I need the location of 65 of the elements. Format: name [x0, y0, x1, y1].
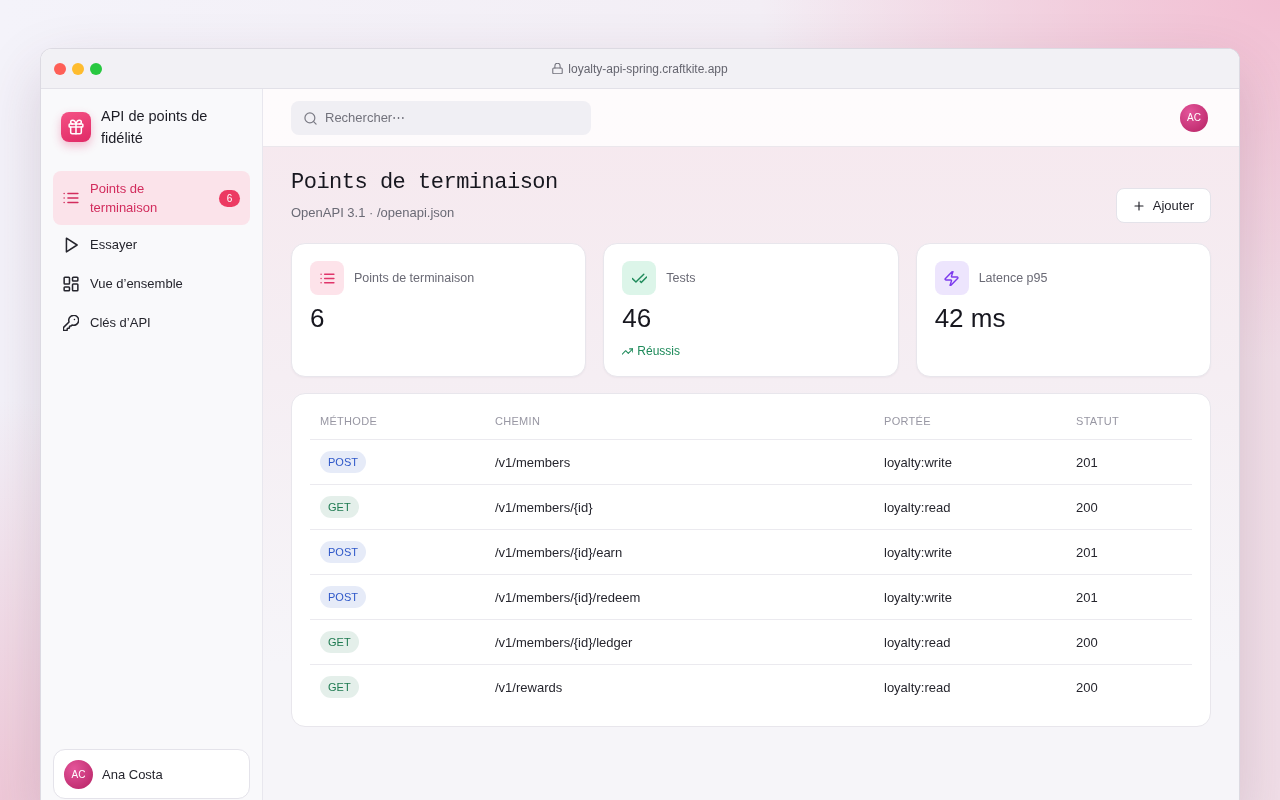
table-cell-text: /v1/members/{id}: [494, 499, 594, 515]
user-name: Ana Costa: [102, 766, 163, 782]
table-cell-text: loyalty:read: [883, 634, 952, 650]
method-tag: POST: [320, 586, 366, 608]
minimize-window-button[interactable]: [72, 62, 84, 75]
key-icon: [63, 314, 79, 331]
method-tag: GET: [320, 496, 359, 518]
page-subtitle: OpenAPI 3.1 · /openapi.json: [291, 205, 456, 220]
table-cell-text: /v1/members/{id}/ledger: [494, 634, 634, 650]
stat-value: 46: [622, 302, 653, 334]
list-icon: [63, 190, 79, 206]
column-header: CHEMIN: [494, 414, 542, 427]
table-cell-text: /v1/members: [494, 454, 572, 470]
column-header: MÉTHODE: [319, 414, 379, 427]
table-cell-text: 201: [1075, 544, 1099, 560]
nav-item[interactable]: Vue d’ensemble: [53, 264, 250, 303]
lightning-icon: [934, 261, 969, 295]
table-cell-text: loyalty:write: [883, 544, 953, 560]
search-icon: [304, 111, 317, 125]
nav-item[interactable]: Points de terminaison 6: [53, 171, 250, 225]
stat-label: Tests: [666, 271, 696, 285]
table-cell-text: /v1/rewards: [494, 679, 564, 695]
user-card[interactable]: AC Ana Costa: [53, 749, 250, 799]
method-tag: GET: [320, 631, 359, 653]
nav-item[interactable]: Essayer: [53, 225, 250, 264]
table-cell-text: 200: [1075, 634, 1099, 650]
close-window-button[interactable]: [54, 62, 66, 75]
table-cell-text: loyalty:write: [883, 454, 953, 470]
table-cell-text: 201: [1075, 589, 1099, 605]
trend-up-icon: [622, 345, 634, 357]
gift-icon: [61, 112, 91, 142]
stat-value: 42 ms: [934, 302, 1007, 334]
stat-label: Points de terminaison: [354, 271, 475, 285]
table-cell-text: 201: [1075, 454, 1099, 470]
search-field[interactable]: Rechercher⋯: [291, 100, 591, 135]
method-tag: GET: [320, 676, 359, 698]
add-button[interactable]: Ajouter: [1115, 188, 1211, 223]
lock-icon: [552, 63, 564, 74]
grid-icon: [63, 275, 79, 292]
table-cell-text: 200: [1075, 679, 1099, 695]
table-cell-text: 200: [1075, 499, 1099, 515]
method-tag: POST: [320, 541, 366, 563]
address-text: loyalty-api-spring.craftkite.app: [568, 61, 728, 76]
table-cell-text: loyalty:write: [883, 589, 953, 605]
page-title: Points de terminaison: [291, 169, 558, 197]
count-badge: 6: [219, 189, 240, 207]
user-avatar: AC: [64, 759, 93, 789]
column-header: PORTÉE: [883, 414, 932, 427]
nav-item[interactable]: Clés d’API: [53, 303, 250, 342]
table-cell-text: /v1/members/{id}/redeem: [494, 589, 642, 605]
app-name: API de points de fidélité: [101, 107, 209, 148]
column-header: STATUT: [1075, 414, 1120, 427]
maximize-window-button[interactable]: [90, 62, 102, 75]
method-tag: POST: [320, 451, 366, 473]
double-check-icon: [622, 261, 657, 295]
table-cell-text: loyalty:read: [883, 679, 952, 695]
stat-value: 6: [310, 302, 326, 334]
stat-label: Latence p95: [978, 271, 1048, 285]
trend-label: Réussis: [637, 344, 680, 358]
plus-icon: [1132, 199, 1145, 212]
play-icon: [63, 236, 79, 253]
table-cell-text: /v1/members/{id}/earn: [494, 544, 624, 560]
user-avatar[interactable]: AC: [1180, 103, 1208, 132]
list-icon: [310, 261, 344, 295]
table-cell-text: loyalty:read: [883, 499, 952, 515]
